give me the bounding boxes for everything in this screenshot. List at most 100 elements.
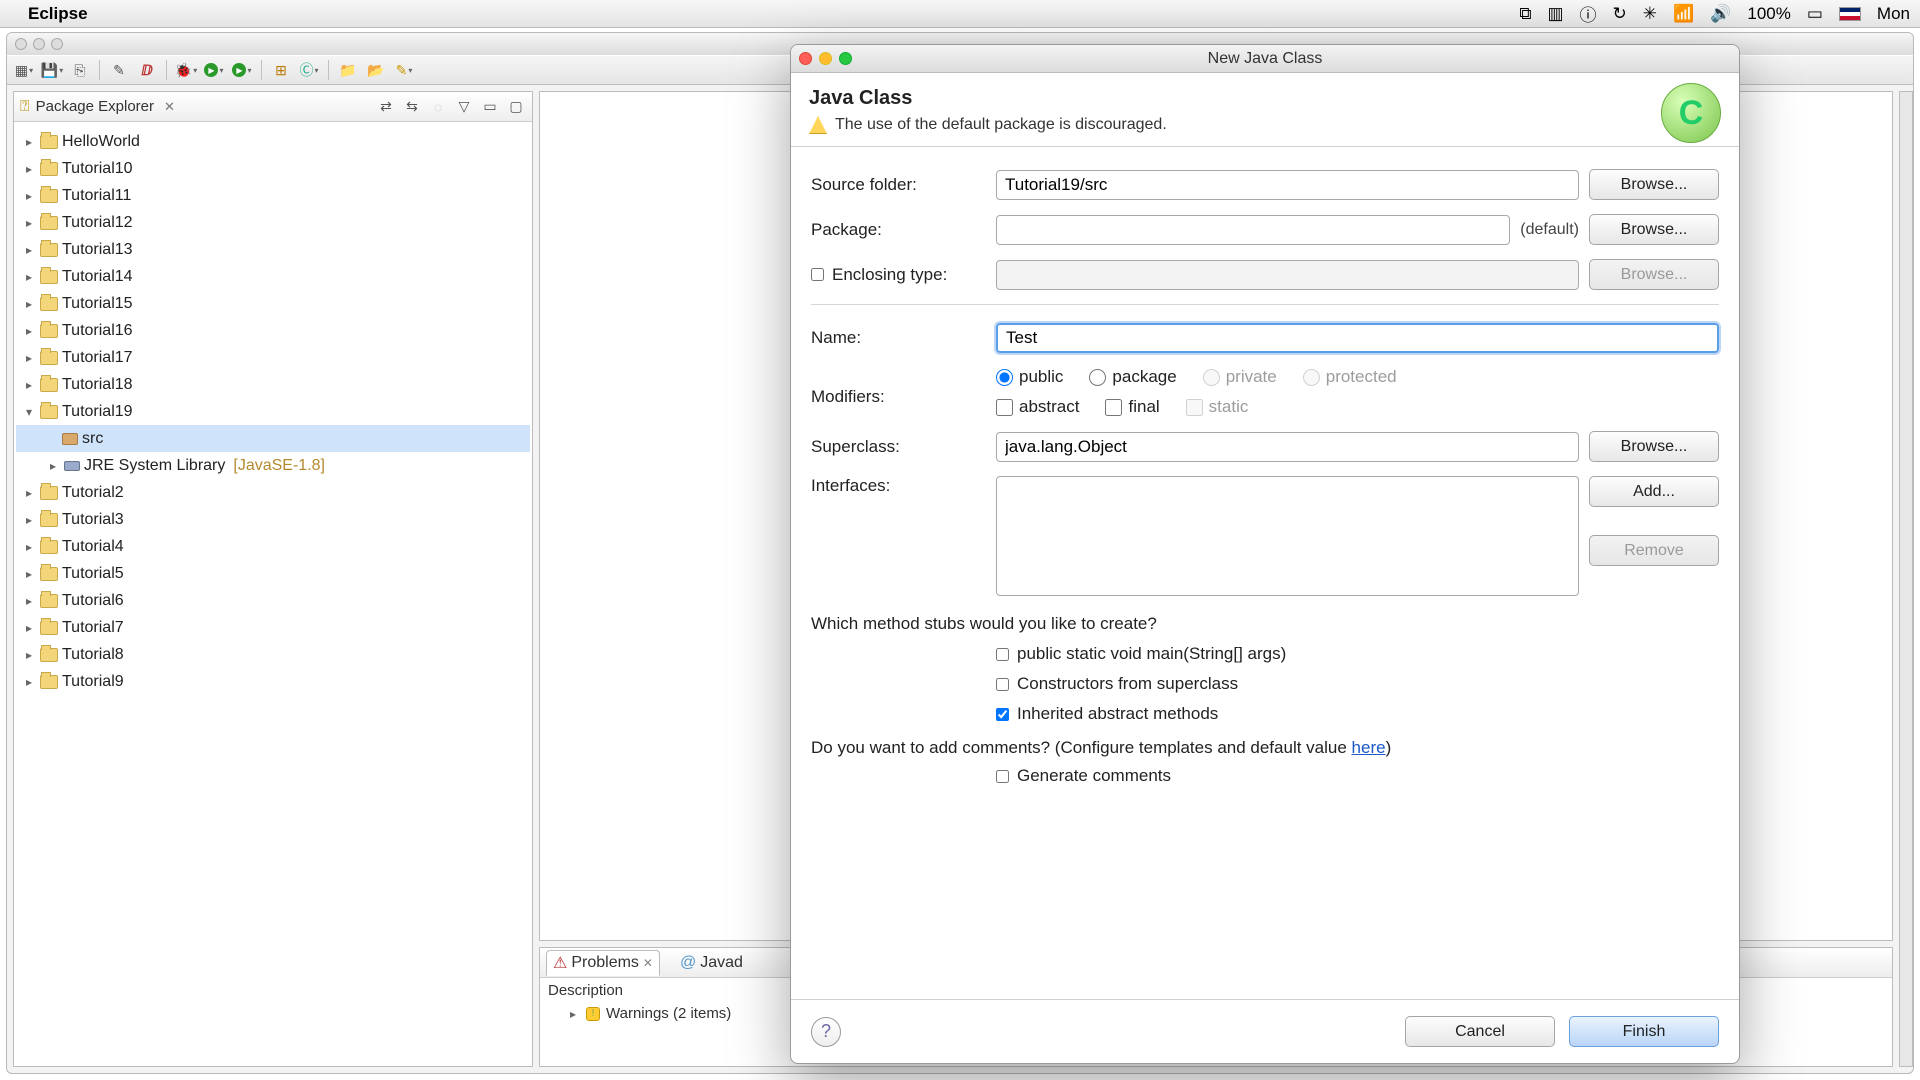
disclosure-icon[interactable]: ▸ [46, 459, 60, 473]
save-all-button[interactable]: ⎘ [69, 59, 91, 81]
enclosing-type-checkbox[interactable] [811, 268, 824, 281]
disclosure-icon[interactable]: ▸ [566, 1007, 580, 1021]
stub-main-checkbox[interactable]: public static void main(String[] args) [996, 644, 1719, 664]
project-item[interactable]: ▸Tutorial2 [16, 479, 530, 506]
project-item[interactable]: ▸Tutorial8 [16, 641, 530, 668]
disclosure-icon[interactable]: ▸ [22, 513, 36, 527]
dialog-minimize-button[interactable] [819, 52, 832, 65]
run-last-button[interactable]: ▶▾ [231, 59, 253, 81]
debug-button[interactable]: 🐞▾ [175, 59, 197, 81]
disclosure-icon[interactable]: ▸ [22, 189, 36, 203]
link-editor-icon[interactable]: ⇆ [402, 97, 422, 117]
volume-icon[interactable]: 🔊 [1710, 4, 1731, 24]
sync-icon[interactable]: ✳ [1643, 4, 1657, 24]
disclosure-icon[interactable]: ▸ [22, 567, 36, 581]
collapse-all-icon[interactable]: ⇄ [376, 97, 396, 117]
input-flag-icon[interactable] [1839, 7, 1861, 21]
new-button[interactable]: ▦▾ [13, 59, 35, 81]
clock-day[interactable]: Mon [1877, 4, 1910, 24]
project-tree[interactable]: ▸HelloWorld▸Tutorial10▸Tutorial11▸Tutori… [14, 122, 532, 701]
interfaces-list[interactable] [996, 476, 1579, 596]
disclosure-icon[interactable]: ▸ [22, 675, 36, 689]
dialog-zoom-button[interactable] [839, 52, 852, 65]
project-item[interactable]: ▾Tutorial19 [16, 398, 530, 425]
disclosure-icon[interactable]: ▸ [22, 297, 36, 311]
project-item[interactable]: ▸Tutorial18 [16, 371, 530, 398]
src-folder-item[interactable]: src [16, 425, 530, 452]
view-menu-icon[interactable]: ▽ [454, 97, 474, 117]
project-item[interactable]: ▸Tutorial4 [16, 533, 530, 560]
tab-javadoc[interactable]: @ Javad [674, 952, 749, 974]
maximize-icon[interactable]: ▢ [506, 97, 526, 117]
window-zoom-dot[interactable] [51, 38, 63, 50]
new-package-button[interactable]: ⊞ [270, 59, 292, 81]
skip-breakpoints-icon[interactable]: ⅅ [136, 59, 158, 81]
superclass-input[interactable] [996, 432, 1579, 462]
help-button[interactable]: ? [811, 1017, 841, 1047]
disclosure-icon[interactable]: ▸ [22, 351, 36, 365]
modifier-final-checkbox[interactable]: final [1105, 397, 1159, 417]
disclosure-icon[interactable]: ▸ [22, 378, 36, 392]
name-input[interactable] [996, 323, 1719, 353]
project-item[interactable]: ▸Tutorial7 [16, 614, 530, 641]
run-button[interactable]: ▶▾ [203, 59, 225, 81]
project-item[interactable]: ▸Tutorial10 [16, 155, 530, 182]
wifi-icon[interactable]: 📶 [1673, 4, 1694, 24]
close-icon[interactable]: ✕ [643, 956, 653, 970]
browse-package-button[interactable]: Browse... [1589, 214, 1719, 245]
disclosure-icon[interactable]: ▸ [22, 324, 36, 338]
minimize-icon[interactable]: ▭ [480, 97, 500, 117]
disclosure-icon[interactable]: ▾ [22, 405, 36, 419]
save-button[interactable]: 💾▾ [41, 59, 63, 81]
disclosure-icon[interactable]: ▸ [22, 135, 36, 149]
project-item[interactable]: ▸Tutorial13 [16, 236, 530, 263]
cancel-button[interactable]: Cancel [1405, 1016, 1555, 1047]
wand-icon[interactable]: ✎ [108, 59, 130, 81]
focus-icon[interactable]: ◌ [428, 97, 448, 117]
display-icon[interactable]: ▥ [1547, 4, 1563, 24]
open-type-button[interactable]: 📁 [337, 59, 359, 81]
project-item[interactable]: ▸Tutorial6 [16, 587, 530, 614]
screenrec-icon[interactable]: ⧉ [1519, 4, 1531, 24]
project-item[interactable]: ▸Tutorial15 [16, 290, 530, 317]
disclosure-icon[interactable]: ▸ [22, 540, 36, 554]
stub-constructors-checkbox[interactable]: Constructors from superclass [996, 674, 1719, 694]
project-item[interactable]: ▸Tutorial3 [16, 506, 530, 533]
finish-button[interactable]: Finish [1569, 1016, 1719, 1047]
disclosure-icon[interactable]: ▸ [22, 648, 36, 662]
modifier-package-radio[interactable]: package [1089, 367, 1176, 387]
add-interface-button[interactable]: Add... [1589, 476, 1719, 507]
battery-icon[interactable]: ▭ [1807, 4, 1823, 24]
perspective-switcher[interactable] [1899, 91, 1913, 1067]
disclosure-icon[interactable]: ▸ [22, 216, 36, 230]
close-icon[interactable]: ✕ [164, 99, 175, 115]
source-folder-input[interactable] [996, 170, 1579, 200]
browse-superclass-button[interactable]: Browse... [1589, 431, 1719, 462]
project-item[interactable]: ▸Tutorial16 [16, 317, 530, 344]
modifier-public-radio[interactable]: public [996, 367, 1063, 387]
project-item[interactable]: ▸Tutorial14 [16, 263, 530, 290]
project-item[interactable]: ▸Tutorial12 [16, 209, 530, 236]
disclosure-icon[interactable]: ▸ [22, 270, 36, 284]
timemachine-icon[interactable]: ↻ [1613, 4, 1627, 24]
dialog-close-button[interactable] [799, 52, 812, 65]
app-menu[interactable]: Eclipse [28, 4, 88, 24]
project-item[interactable]: ▸Tutorial11 [16, 182, 530, 209]
battery-percent[interactable]: 100% [1747, 4, 1790, 24]
project-item[interactable]: ▸Tutorial9 [16, 668, 530, 695]
new-type-button[interactable]: Ⓒ▾ [298, 59, 320, 81]
configure-templates-link[interactable]: here [1352, 738, 1386, 757]
disclosure-icon[interactable]: ▸ [22, 621, 36, 635]
disclosure-icon[interactable]: ▸ [22, 486, 36, 500]
disclosure-icon[interactable]: ▸ [22, 243, 36, 257]
accessibility-icon[interactable]: ⓘ [1580, 1, 1597, 26]
disclosure-icon[interactable]: ▸ [22, 594, 36, 608]
window-min-dot[interactable] [33, 38, 45, 50]
modifier-abstract-checkbox[interactable]: abstract [996, 397, 1079, 417]
jre-library-item[interactable]: ▸JRE System Library[JavaSE-1.8] [16, 452, 530, 479]
window-close-dot[interactable] [15, 38, 27, 50]
package-input[interactable] [996, 215, 1510, 245]
search-button[interactable]: ✎▾ [393, 59, 415, 81]
open-task-button[interactable]: 📂 [365, 59, 387, 81]
dialog-titlebar[interactable]: New Java Class [791, 45, 1739, 73]
